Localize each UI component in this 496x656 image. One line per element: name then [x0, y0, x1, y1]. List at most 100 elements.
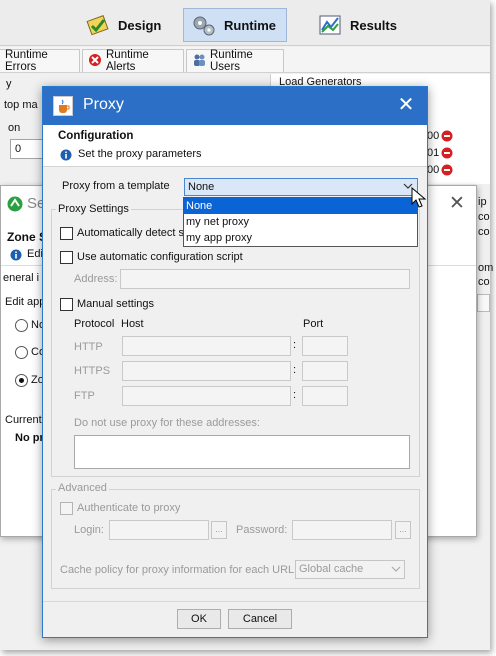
template-option-my-net-proxy[interactable]: my net proxy — [184, 214, 417, 230]
results-chart-icon — [318, 13, 342, 37]
manual-settings-label: Manual settings — [77, 298, 155, 310]
address-field[interactable] — [120, 269, 410, 289]
design-icon — [86, 13, 110, 37]
counter-2: 00 — [427, 164, 440, 176]
results-mode-button[interactable]: Results — [310, 8, 405, 42]
tab-runtime-users-label: Runtime Users — [210, 49, 253, 73]
mode-toolbar: Design Runtime Results — [0, 0, 490, 46]
counter-1: 01 — [427, 147, 440, 159]
tab-runtime-alerts[interactable]: Runtime Alerts — [82, 49, 184, 73]
template-select-value: None — [188, 181, 215, 193]
password-browse-button[interactable]: ... — [395, 521, 411, 539]
alert-error-icon — [88, 53, 102, 70]
protocol-http-label: HTTP — [74, 341, 103, 353]
col-port: Port — [303, 318, 324, 330]
gears-icon — [192, 13, 216, 37]
info-icon — [60, 149, 72, 164]
zone-edit-app-label: Edit app — [5, 296, 46, 308]
runtime-mode-label: Runtime — [224, 17, 276, 33]
bg-number-field-value: 0 — [15, 143, 22, 155]
zone-info-icon — [10, 249, 22, 264]
col-protocol: Protocol — [74, 318, 115, 330]
stop-icon[interactable] — [441, 164, 453, 179]
runtime-subtabs: Runtime Errors Runtime Alerts Runtime Us… — [0, 47, 490, 73]
password-field[interactable] — [292, 520, 392, 540]
zone-general-tab[interactable]: eneral i — [3, 272, 39, 284]
no-proxy-label: Do not use proxy for these addresses: — [74, 417, 260, 429]
zone-radio-2[interactable] — [15, 346, 28, 359]
bg-number-field[interactable]: 0 — [10, 139, 46, 159]
authenticate-label: Authenticate to proxy — [77, 502, 181, 514]
login-field[interactable] — [109, 520, 209, 540]
template-option-my-app-proxy[interactable]: my app proxy — [184, 230, 417, 246]
ok-button[interactable]: OK — [177, 609, 221, 629]
authenticate-checkbox[interactable] — [60, 502, 73, 515]
bg-fragment-y: y — [6, 78, 12, 90]
bg-right-fragment-3: co — [478, 226, 490, 238]
manual-settings-checkbox[interactable] — [60, 298, 73, 311]
footer-divider — [43, 601, 427, 602]
java-cup-icon — [53, 96, 73, 116]
bg-right-fragment-4: om — [478, 262, 494, 274]
login-label: Login: — [74, 524, 104, 536]
password-label: Password: — [236, 524, 288, 536]
template-select[interactable]: None — [184, 178, 418, 196]
https-host-field[interactable] — [122, 361, 291, 381]
header-title: Configuration — [58, 130, 134, 142]
users-icon — [192, 53, 206, 70]
use-script-label: Use automatic configuration script — [77, 251, 243, 263]
proxy-dialog: Proxy ✕ Configuration Set the proxy para… — [42, 86, 428, 638]
radio-dot — [19, 378, 24, 383]
auto-detect-checkbox[interactable] — [60, 227, 73, 240]
bg-right-fragment-2: co — [478, 211, 490, 223]
zone-radio-1[interactable] — [15, 319, 28, 332]
col-host: Host — [121, 318, 144, 330]
stop-icon[interactable] — [441, 147, 453, 162]
tab-runtime-errors[interactable]: Runtime Errors — [0, 49, 80, 73]
protocol-https-label: HTTPS — [74, 365, 111, 377]
zone-section-title: Zone S — [7, 230, 48, 244]
http-port-field[interactable] — [302, 336, 348, 356]
http-colon: : — [293, 339, 297, 351]
bg-right-control[interactable] — [477, 294, 490, 312]
dialog-title: Proxy — [83, 96, 124, 113]
ftp-colon: : — [293, 389, 297, 401]
tab-runtime-alerts-label: Runtime Alerts — [106, 49, 149, 73]
stop-icon[interactable] — [441, 130, 453, 145]
template-label: Proxy from a template — [62, 180, 170, 192]
zone-edit-fragment: Edi — [27, 248, 43, 260]
login-browse-button[interactable]: ... — [211, 521, 227, 539]
use-script-checkbox[interactable] — [60, 251, 73, 264]
https-port-field[interactable] — [302, 361, 348, 381]
bg-right-fragment-1: ip — [478, 196, 487, 208]
zone-radio-3-selected[interactable] — [15, 374, 28, 387]
http-host-field[interactable] — [122, 336, 291, 356]
header-subtitle: Set the proxy parameters — [78, 148, 202, 160]
dialog-titlebar[interactable]: Proxy ✕ — [43, 87, 427, 125]
cache-policy-select[interactable]: Global cache — [295, 560, 405, 579]
zone-close-icon[interactable]: ✕ — [449, 192, 465, 215]
ftp-port-field[interactable] — [302, 386, 348, 406]
template-dropdown-list: None my net proxy my app proxy — [183, 197, 418, 247]
design-mode-button[interactable]: Design — [78, 8, 169, 42]
https-colon: : — [293, 364, 297, 376]
auto-detect-label: Automatically detect se — [77, 227, 191, 239]
design-mode-label: Design — [118, 17, 162, 33]
mouse-pointer-icon — [411, 186, 427, 212]
cache-policy-value: Global cache — [299, 563, 364, 575]
no-proxy-textarea[interactable] — [74, 435, 410, 469]
cache-policy-label: Cache policy for proxy information for e… — [60, 564, 295, 576]
results-mode-label: Results — [350, 17, 397, 33]
cancel-button[interactable]: Cancel — [228, 609, 292, 629]
bg-fragment-on: on — [8, 122, 21, 134]
neoload-logo-icon — [7, 196, 23, 215]
tab-runtime-errors-label: Runtime Errors — [5, 49, 48, 73]
tab-runtime-users[interactable]: Runtime Users — [186, 49, 284, 73]
close-icon[interactable]: ✕ — [393, 92, 419, 118]
template-option-none[interactable]: None — [184, 198, 417, 214]
ftp-host-field[interactable] — [122, 386, 291, 406]
runtime-mode-button[interactable]: Runtime — [183, 8, 287, 42]
zone-current-value: No pr — [15, 432, 44, 444]
chevron-down-icon — [391, 564, 401, 577]
dialog-header: Configuration Set the proxy parameters — [43, 125, 427, 167]
